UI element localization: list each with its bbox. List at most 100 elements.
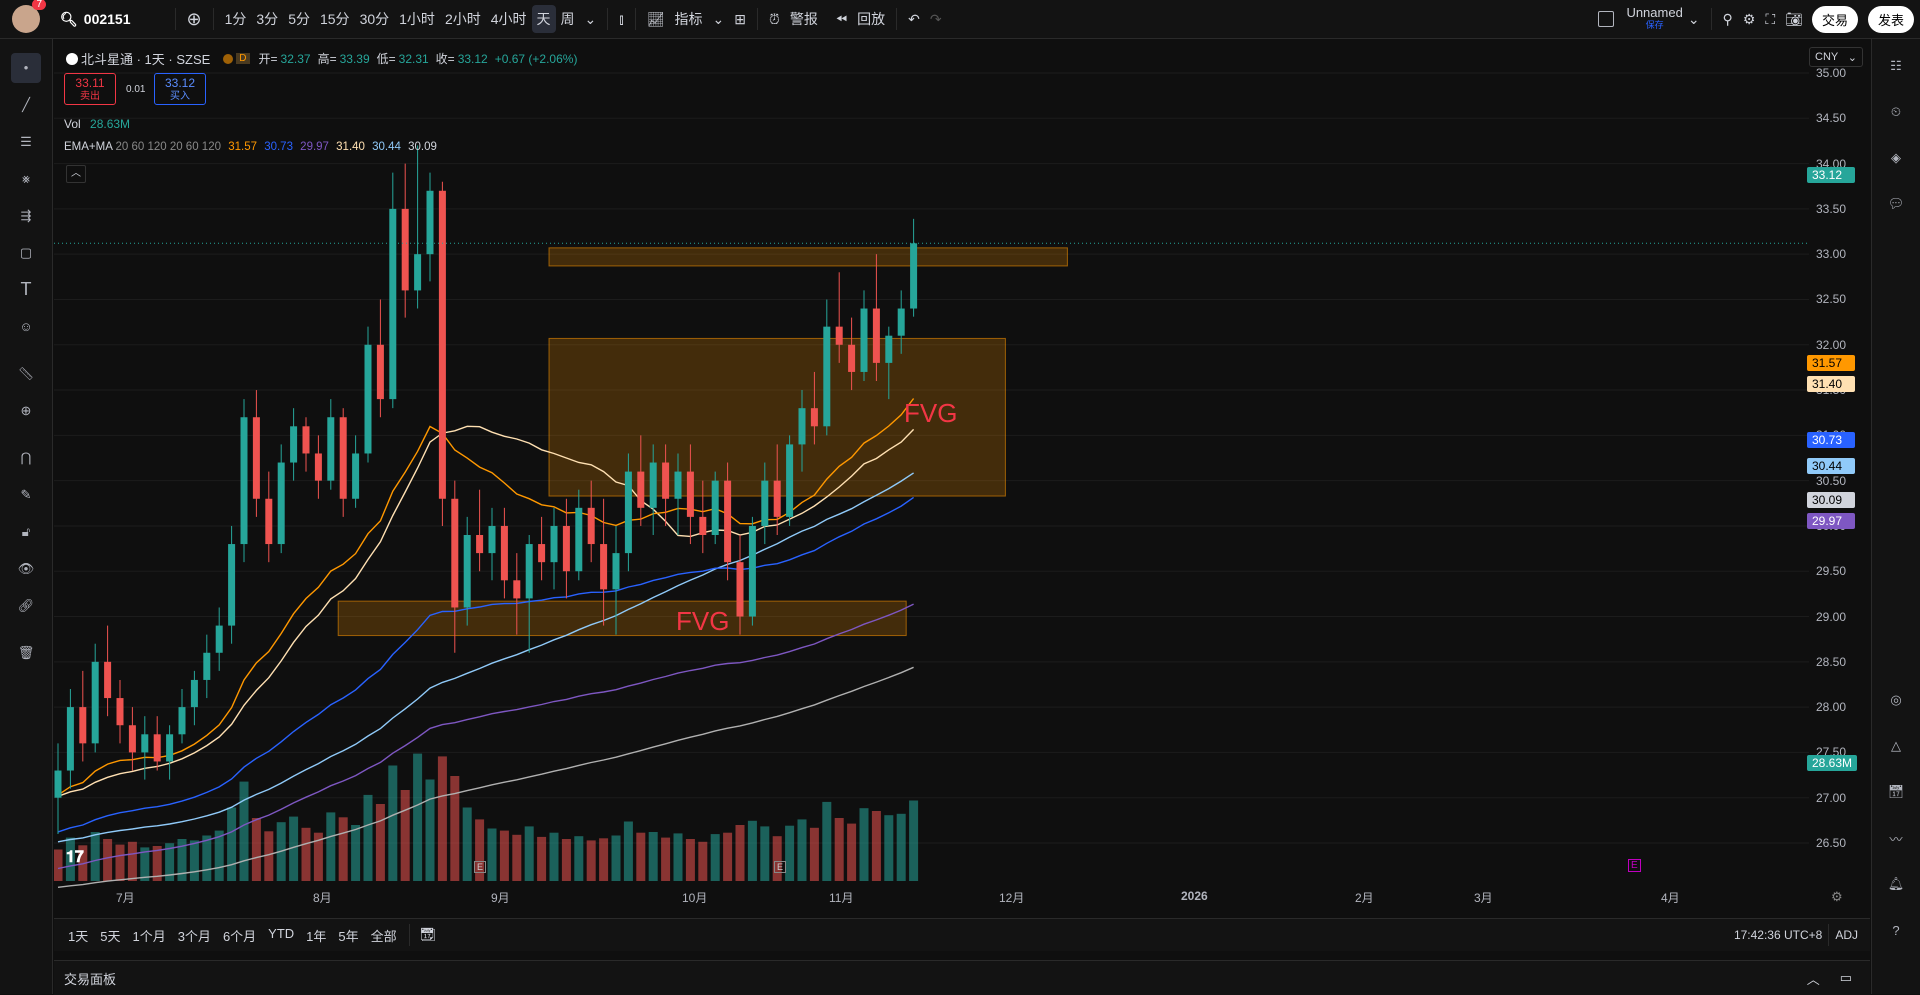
trade-button[interactable]: 交易 xyxy=(1811,5,1858,33)
chevron-down-icon[interactable]: ⌄ xyxy=(580,7,602,32)
earnings-marker-icon[interactable]: E xyxy=(774,861,787,873)
price-chart[interactable]: FVG FVG xyxy=(53,39,1871,909)
emoji-icon[interactable]: ☺ xyxy=(0,308,52,345)
timeframe-9[interactable]: 周 xyxy=(556,5,580,33)
timeframe-4[interactable]: 30分 xyxy=(355,5,395,33)
ideas-triangle-icon[interactable]: △ xyxy=(1872,723,1920,769)
calendar-icon[interactable]: 📅︎ xyxy=(1872,769,1920,815)
notifications-bell-icon[interactable]: 🔔︎ xyxy=(1872,861,1920,907)
timeframe-6[interactable]: 2小时 xyxy=(440,5,486,33)
candle-style-icon[interactable]: ⫾ xyxy=(614,7,628,32)
ruler-icon[interactable]: 📏︎ xyxy=(0,355,52,392)
low-label: 低= xyxy=(376,52,396,66)
range-button-7[interactable]: 5年 xyxy=(332,926,364,945)
pattern-icon[interactable]: ⨳ xyxy=(0,160,52,197)
layers-icon[interactable]: ◈ xyxy=(1872,135,1920,181)
magnet-icon[interactable]: ⋂ xyxy=(0,439,52,476)
text-tool-icon[interactable]: T xyxy=(0,271,52,308)
range-button-5[interactable]: YTD xyxy=(262,926,300,945)
symbol-input[interactable]: 002151 xyxy=(84,11,131,27)
target-icon[interactable]: ◎ xyxy=(1872,677,1920,723)
chevron-down-icon[interactable]: ⌄ xyxy=(708,7,730,32)
time-axis-settings-icon[interactable]: ⚙ xyxy=(1831,889,1843,905)
range-button-4[interactable]: 6个月 xyxy=(217,926,262,945)
candle-body xyxy=(513,580,521,599)
replay-icon[interactable]: ⏪︎ xyxy=(831,7,852,32)
buy-button[interactable]: 33.12 买入 xyxy=(154,73,206,105)
range-button-0[interactable]: 1天 xyxy=(62,926,94,945)
clock-text[interactable]: 17:42:36 UTC+8 xyxy=(1734,928,1822,942)
snapshot-camera-icon[interactable]: 📷︎ xyxy=(1780,7,1808,32)
link-icon[interactable]: 🔗︎ xyxy=(0,587,52,624)
quick-search-icon[interactable]: ⚲ xyxy=(1718,7,1738,32)
timeframe-1[interactable]: 3分 xyxy=(251,5,283,33)
range-button-6[interactable]: 1年 xyxy=(300,926,332,945)
ema-legend[interactable]: EMA+MA 20 60 120 20 60 120 31.57 30.73 2… xyxy=(64,141,437,153)
timeframe-3[interactable]: 15分 xyxy=(315,5,355,33)
streams-icon[interactable]: 〰 xyxy=(1872,815,1920,861)
forecast-icon[interactable]: ⇶ xyxy=(0,197,52,234)
earnings-marker-icon[interactable]: E xyxy=(474,861,487,873)
alerts-clock-icon[interactable]: ⏲︎ xyxy=(1872,89,1920,135)
volume-legend[interactable]: Vol 28.63M xyxy=(64,117,130,131)
indicators-button[interactable]: 指标 xyxy=(670,5,708,33)
timeframe-5[interactable]: 1小时 xyxy=(394,5,440,33)
symbol-search[interactable]: 🔍︎ 002151 xyxy=(60,11,131,28)
range-button-2[interactable]: 1个月 xyxy=(126,926,171,945)
alarm-icon[interactable]: ⏰︎ xyxy=(764,7,785,32)
user-avatar[interactable]: 7 xyxy=(12,0,46,33)
range-button-8[interactable]: 全部 xyxy=(365,926,403,945)
zoom-in-icon[interactable]: ⊕ xyxy=(0,392,52,429)
maximize-panel-icon[interactable]: ▭ xyxy=(1840,970,1852,986)
adj-toggle[interactable]: ADJ xyxy=(1835,928,1858,942)
cursor-dot-icon[interactable]: • xyxy=(0,49,52,86)
symbol-logo-icon xyxy=(66,52,78,65)
timeframe-8[interactable]: 天 xyxy=(531,5,556,33)
chat-icon[interactable]: 💬︎ xyxy=(1872,181,1920,227)
chart-pane[interactable]: FVG FVG 北斗星通 · 1天 · SZSE D 开= 32.37 高= 33… xyxy=(53,39,1871,909)
layout-name[interactable]: Unnamed 保存 xyxy=(1626,6,1682,32)
volume-bar xyxy=(623,821,633,881)
event-marker-icon[interactable]: E xyxy=(1628,859,1641,872)
trash-icon[interactable]: 🗑︎ xyxy=(0,634,52,671)
ema-params: 20 60 120 20 60 120 xyxy=(115,141,221,153)
currency-select[interactable]: CNY ⌄ xyxy=(1809,47,1863,67)
trading-panel-tab[interactable]: 交易面板 xyxy=(64,969,116,988)
chevron-down-icon[interactable]: ⌄ xyxy=(1683,7,1705,32)
range-button-3[interactable]: 3个月 xyxy=(172,926,217,945)
help-icon[interactable]: ? xyxy=(1872,907,1920,953)
layout-checkbox-icon[interactable] xyxy=(1598,11,1615,27)
lock-icon[interactable]: 🔓︎ xyxy=(0,513,52,550)
symbol-legend[interactable]: 北斗星通 · 1天 · SZSE D 开= 32.37 高= 33.39 低= … xyxy=(66,49,577,68)
compare-plus-icon[interactable]: ⊕ xyxy=(182,5,207,34)
drawing-mode-pencil-icon[interactable]: ✎ xyxy=(0,476,52,513)
fullscreen-icon[interactable]: ⛶ xyxy=(1760,7,1780,32)
time-tick: 3月 xyxy=(1474,891,1493,905)
publish-button[interactable]: 发表 xyxy=(1867,5,1914,33)
trend-line-icon[interactable]: ╱ xyxy=(0,86,52,123)
watchlist-icon[interactable]: ☷ xyxy=(1872,43,1920,89)
chevron-up-icon[interactable]: ︿ xyxy=(1807,969,1820,988)
range-button-1[interactable]: 5天 xyxy=(94,926,126,945)
goto-date-calendar-icon[interactable]: 📆︎ xyxy=(420,927,437,943)
price-tick: 29.00 xyxy=(1816,609,1847,624)
settings-gear-icon[interactable]: ⚙ xyxy=(1738,7,1761,32)
timeframe-7[interactable]: 4小时 xyxy=(486,5,532,33)
eye-icon[interactable]: 👁︎ xyxy=(0,550,52,587)
sell-button[interactable]: 33.11 卖出 xyxy=(64,73,116,105)
divider xyxy=(634,8,636,30)
timeframe-2[interactable]: 5分 xyxy=(283,5,315,33)
search-icon: 🔍︎ xyxy=(60,10,78,27)
sell-label: 卖出 xyxy=(80,91,100,102)
fib-retracement-icon[interactable]: ☰ xyxy=(0,123,52,160)
price-label-ema20: 31.57 xyxy=(1807,355,1855,371)
replay-button[interactable]: 回放 xyxy=(852,5,890,33)
collapse-legend-icon[interactable]: ︿ xyxy=(66,165,86,183)
templates-grid-icon[interactable]: ⊞ xyxy=(729,7,751,32)
shapes-rectangle-icon[interactable]: ▢ xyxy=(0,234,52,271)
redo-icon[interactable]: ↷ xyxy=(925,7,947,32)
alert-button[interactable]: 警报 xyxy=(785,5,823,33)
timeframe-0[interactable]: 1分 xyxy=(220,5,252,33)
indicators-icon[interactable]: 📈︎ xyxy=(642,7,670,32)
undo-icon[interactable]: ↶ xyxy=(903,7,925,32)
